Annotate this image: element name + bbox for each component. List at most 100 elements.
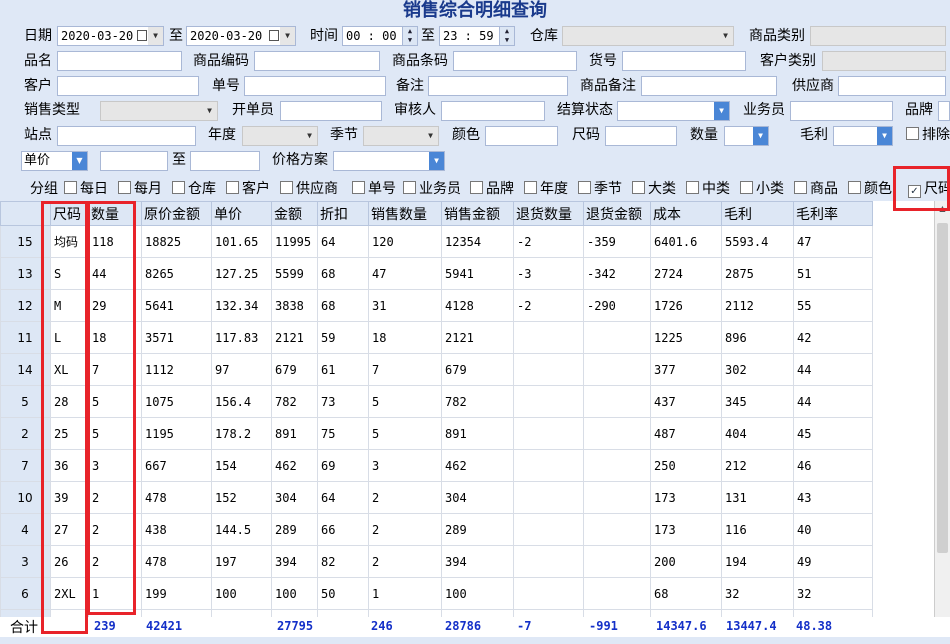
goodsremark-input[interactable] bbox=[641, 76, 777, 96]
custtype-select[interactable] bbox=[822, 51, 946, 71]
checkbox-icon[interactable] bbox=[118, 181, 131, 194]
checkbox-icon[interactable] bbox=[578, 181, 591, 194]
group-option[interactable]: 品牌 bbox=[470, 180, 514, 198]
table-cell[interactable] bbox=[513, 609, 584, 617]
table-cell[interactable]: 47 bbox=[793, 225, 873, 258]
table-row[interactable]: 3 26 2 478 197 394 82 2 394 200 194 49 bbox=[0, 545, 873, 578]
table-cell[interactable]: 69 bbox=[317, 449, 369, 482]
barcode-input[interactable] bbox=[453, 51, 577, 71]
table-cell[interactable]: 117.83 bbox=[211, 321, 272, 354]
table-cell[interactable] bbox=[513, 577, 584, 610]
table-cell[interactable]: 173 bbox=[650, 481, 722, 514]
table-cell[interactable]: 289 bbox=[271, 513, 318, 546]
group-option[interactable]: 小类 bbox=[740, 180, 784, 198]
size-input[interactable] bbox=[605, 126, 677, 146]
table-cell[interactable]: XL bbox=[50, 353, 89, 386]
price-from-input[interactable] bbox=[100, 151, 168, 171]
column-header[interactable]: 原价金额 bbox=[141, 201, 212, 226]
table-cell[interactable] bbox=[513, 417, 584, 450]
profit-select[interactable]: ▼ bbox=[833, 126, 893, 146]
vertical-scrollbar[interactable]: ▲ bbox=[934, 201, 950, 617]
table-cell[interactable]: 127.25 bbox=[211, 257, 272, 290]
column-header[interactable]: 毛利 bbox=[721, 201, 794, 226]
table-cell[interactable]: 377 bbox=[650, 353, 722, 386]
table-cell[interactable]: 131 bbox=[721, 481, 794, 514]
table-row[interactable]: 14 XL 7 1112 97 679 61 7 679 377 302 44 bbox=[0, 353, 873, 386]
table-cell[interactable]: 132.34 bbox=[211, 289, 272, 322]
table-cell[interactable]: 32 bbox=[721, 577, 794, 610]
price-plan-select[interactable]: ▼ bbox=[333, 151, 445, 171]
table-cell[interactable] bbox=[583, 513, 651, 546]
table-cell[interactable]: 55 bbox=[793, 289, 873, 322]
table-cell[interactable]: 152 bbox=[211, 481, 272, 514]
table-cell[interactable]: 26 bbox=[50, 545, 89, 578]
table-row[interactable]: 13 S 44 8265 127.25 5599 68 47 5941 -3 -342 2724 287… bbox=[0, 257, 873, 290]
salesman-input[interactable] bbox=[790, 101, 893, 121]
table-cell[interactable]: 2 bbox=[88, 513, 142, 546]
creator-input[interactable] bbox=[280, 101, 382, 121]
table-cell[interactable]: 101.65 bbox=[211, 225, 272, 258]
table-cell[interactable]: 68 bbox=[317, 257, 369, 290]
checkbox-icon[interactable] bbox=[64, 181, 77, 194]
table-cell[interactable]: 64 bbox=[317, 225, 369, 258]
checkbox-icon[interactable] bbox=[794, 181, 807, 194]
table-cell[interactable]: 1195 bbox=[141, 417, 212, 450]
table-cell[interactable]: -290 bbox=[583, 289, 651, 322]
table-cell[interactable]: 61 bbox=[317, 353, 369, 386]
table-cell[interactable]: 1 bbox=[88, 577, 142, 610]
table-cell[interactable]: 2 bbox=[368, 513, 442, 546]
table-cell[interactable]: 45 bbox=[793, 417, 873, 450]
table-cell[interactable]: 891 bbox=[271, 417, 318, 450]
table-cell[interactable]: 100 bbox=[211, 577, 272, 610]
table-cell[interactable]: 212 bbox=[721, 449, 794, 482]
column-header[interactable]: 成本 bbox=[650, 201, 722, 226]
group-option[interactable]: 业务员 bbox=[403, 180, 461, 198]
table-cell[interactable] bbox=[583, 449, 651, 482]
table-cell[interactable]: 2 bbox=[368, 481, 442, 514]
column-header[interactable]: 销售数量 bbox=[368, 201, 442, 226]
chevron-down-icon[interactable]: ▼ bbox=[202, 102, 217, 120]
table-cell[interactable]: 2121 bbox=[271, 321, 318, 354]
table-cell[interactable]: 18 bbox=[88, 321, 142, 354]
table-cell[interactable]: 40 bbox=[793, 513, 873, 546]
chevron-down-icon[interactable]: ▼ bbox=[714, 102, 729, 120]
table-cell[interactable]: 79 bbox=[271, 609, 318, 617]
table-cell[interactable]: 169 bbox=[141, 609, 212, 617]
table-cell[interactable]: 50 bbox=[317, 577, 369, 610]
table-cell[interactable]: 404 bbox=[721, 417, 794, 450]
table-cell[interactable]: 2 bbox=[368, 545, 442, 578]
table-cell[interactable]: 7 bbox=[368, 353, 442, 386]
column-header[interactable]: 毛利率 bbox=[793, 201, 873, 226]
table-cell[interactable] bbox=[513, 481, 584, 514]
chevron-down-icon[interactable]: ▼ bbox=[280, 27, 295, 45]
table-cell[interactable] bbox=[513, 385, 584, 418]
billno-input[interactable] bbox=[244, 76, 386, 96]
table-cell[interactable]: 3 bbox=[368, 449, 442, 482]
table-row[interactable]: 4 27 2 438 144.5 289 66 2 289 173 116 40 bbox=[0, 513, 873, 546]
chevron-down-icon[interactable]: ▼ bbox=[753, 127, 768, 145]
table-cell[interactable]: 438 bbox=[141, 513, 212, 546]
group-option[interactable]: 颜色 bbox=[848, 180, 892, 198]
checkbox-icon[interactable] bbox=[172, 181, 185, 194]
table-cell[interactable]: 896 bbox=[721, 321, 794, 354]
checkbox-icon[interactable] bbox=[470, 181, 483, 194]
table-cell[interactable]: 120 bbox=[368, 225, 442, 258]
table-cell[interactable] bbox=[583, 609, 651, 617]
time-to-input[interactable]: 23 : 59 ▲ ▼ bbox=[439, 26, 515, 46]
table-cell[interactable]: 100 bbox=[441, 577, 514, 610]
table-cell[interactable]: 154 bbox=[211, 449, 272, 482]
table-cell[interactable]: -3 bbox=[513, 257, 584, 290]
table-cell[interactable]: 118 bbox=[88, 225, 142, 258]
table-cell[interactable] bbox=[583, 577, 651, 610]
table-cell[interactable]: 5 bbox=[88, 417, 142, 450]
table-cell[interactable]: 42 bbox=[793, 321, 873, 354]
checkbox-icon[interactable] bbox=[280, 181, 293, 194]
table-cell[interactable]: 891 bbox=[441, 417, 514, 450]
table-cell[interactable]: 5 bbox=[88, 385, 142, 418]
checkbox-checked-icon[interactable]: ✓ bbox=[908, 185, 921, 198]
checkbox-icon[interactable] bbox=[686, 181, 699, 194]
table-cell[interactable]: 36 bbox=[50, 449, 89, 482]
table-cell[interactable]: 18 bbox=[368, 321, 442, 354]
group-option[interactable]: 仓库 bbox=[172, 180, 216, 198]
table-cell[interactable]: 100 bbox=[793, 609, 873, 617]
